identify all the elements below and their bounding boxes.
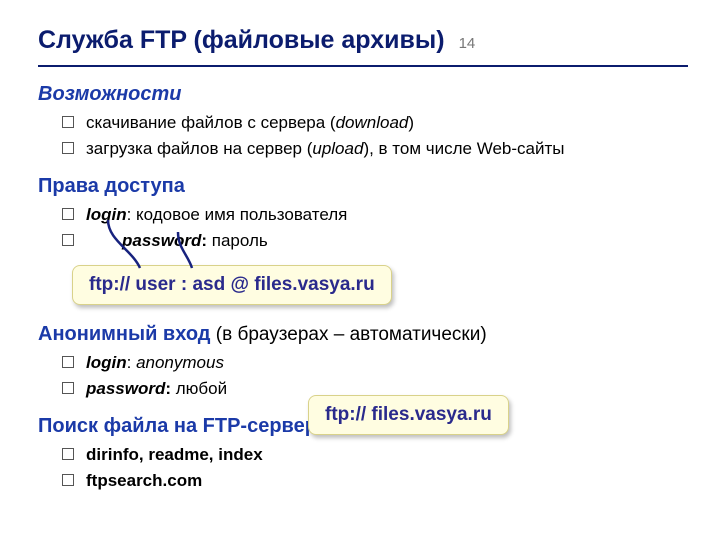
text: : [127, 353, 136, 372]
text-bold-italic: password [122, 231, 201, 250]
heading-text: Анонимный вход [38, 323, 211, 345]
heading-anonymous: Анонимный вход (в браузерах – автоматиче… [38, 323, 688, 346]
section-anonymous: Анонимный вход (в браузерах – автоматиче… [38, 323, 688, 401]
list-item: login: кодовое имя пользователя [62, 202, 688, 228]
list-item: загрузка файлов на сервер (upload), в то… [62, 136, 688, 162]
title-underline [38, 65, 688, 67]
heading-tail: (в браузерах – автоматически) [211, 324, 487, 345]
text-bold-italic: login [86, 353, 127, 372]
text-italic: upload [312, 139, 363, 158]
list-item: ftpsearch.com [62, 468, 688, 494]
callout-ftp-anon: ftp:// files.vasya.ru [308, 395, 509, 435]
text-italic: download [336, 113, 409, 132]
text: скачивание файлов c сервера ( [86, 113, 336, 132]
text-italic: anonymous [136, 353, 224, 372]
text-bold: dirinfo, readme, index [86, 445, 263, 464]
heading-capabilities: Возможности [38, 83, 688, 106]
list-item: login: anonymous [62, 350, 688, 376]
heading-access: Права доступа [38, 175, 688, 198]
section-access: Права доступа login: кодовое имя пользов… [38, 175, 688, 253]
text: : кодовое имя пользователя [127, 205, 348, 224]
text-bold: ftpsearch.com [86, 471, 202, 490]
text-bold-italic: login [86, 205, 127, 224]
slide-number: 14 [459, 35, 476, 52]
text-bold-italic: password [86, 379, 165, 398]
text: пароль [207, 231, 268, 250]
text: любой [171, 379, 227, 398]
list-item: dirinfo, readme, index [62, 442, 688, 468]
page-title: Служба FTP (файловые архивы) [38, 26, 445, 61]
text: загрузка файлов на сервер ( [86, 139, 312, 158]
list-item: password: пароль [62, 228, 688, 254]
callout-ftp-auth: ftp:// user : asd @ files.vasya.ru [72, 265, 392, 305]
section-capabilities: Возможности скачивание файлов c сервера … [38, 83, 688, 161]
text: ), в том числе Web-сайты [363, 139, 564, 158]
list-item: скачивание файлов c сервера (download) [62, 110, 688, 136]
text: ) [408, 113, 414, 132]
